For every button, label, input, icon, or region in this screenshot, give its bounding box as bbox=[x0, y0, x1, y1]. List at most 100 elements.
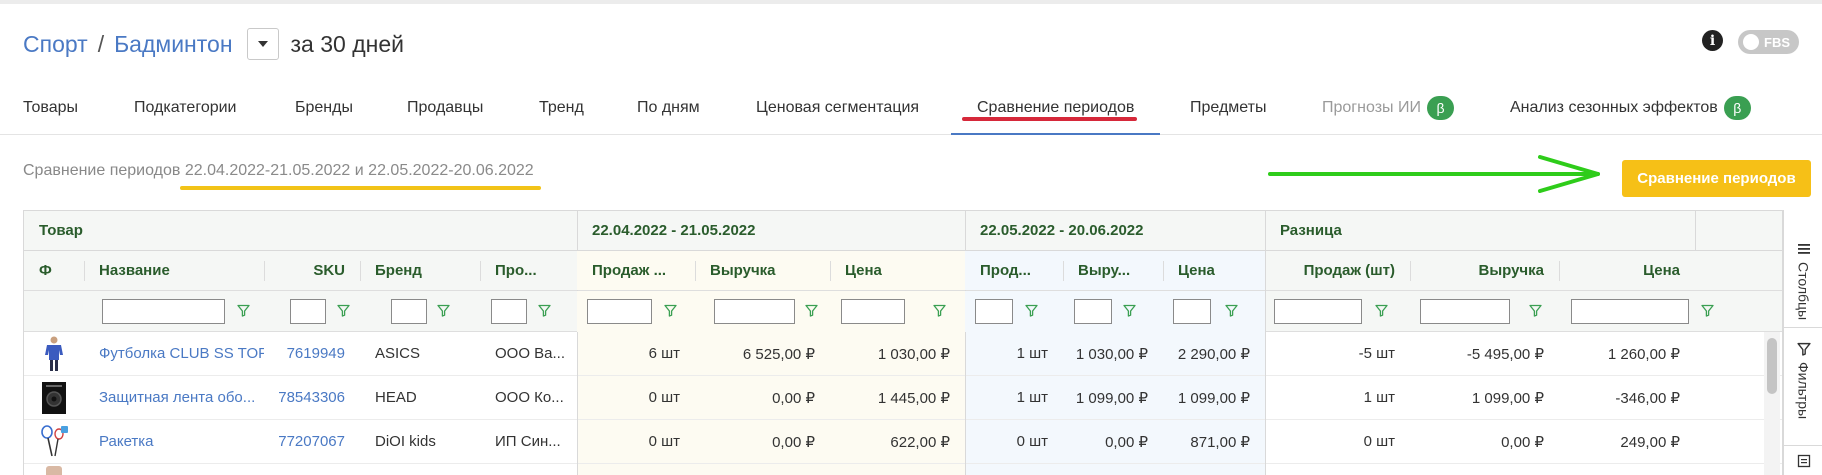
filter-input-sku[interactable] bbox=[290, 299, 326, 324]
filter-input-p2-price[interactable] bbox=[1173, 299, 1211, 324]
product-thumbnail-shirt bbox=[38, 336, 70, 372]
filter-input-diff-sales[interactable] bbox=[1274, 299, 1362, 324]
brand-cell: ASICS bbox=[375, 345, 421, 362]
filter-icon[interactable] bbox=[437, 304, 450, 317]
period-label: за 30 дней bbox=[290, 30, 404, 57]
filter-icon[interactable] bbox=[933, 304, 946, 317]
compare-periods-button[interactable]: Сравнение периодов bbox=[1622, 160, 1811, 197]
filter-icon[interactable] bbox=[805, 304, 818, 317]
col-header-p1-sales[interactable]: Продаж ... bbox=[577, 251, 695, 290]
table-row[interactable]: Футболка CLUB SS TOP 7619949 ASICS ООО В… bbox=[24, 332, 1782, 376]
sku-link[interactable]: 7619949 bbox=[287, 345, 345, 362]
diff-revenue-cell: 1 099,00 ₽ bbox=[1471, 389, 1544, 407]
breadcrumb-subcategory[interactable]: Бадминтон bbox=[114, 31, 232, 58]
col-header-p2-sales[interactable]: Прод... bbox=[965, 251, 1063, 290]
tab-label: По дням bbox=[637, 98, 700, 116]
col-header-diff-price[interactable]: Цена bbox=[1559, 251, 1695, 290]
table-scrollbar[interactable] bbox=[1764, 332, 1780, 475]
tab-sellers[interactable]: Продавцы bbox=[407, 80, 483, 135]
filter-icon[interactable] bbox=[1123, 304, 1136, 317]
period-dropdown-button[interactable] bbox=[246, 28, 279, 60]
info-icon[interactable]: i bbox=[1702, 30, 1723, 51]
col-header-sku[interactable]: SKU bbox=[264, 251, 360, 290]
table-row[interactable]: Ракетка 77207067 DiOI kids ИП Син... 0 ш… bbox=[24, 420, 1782, 464]
filter-input-diff-revenue[interactable] bbox=[1420, 299, 1510, 324]
col-header-p1-revenue[interactable]: Выручка bbox=[695, 251, 830, 290]
col-header-name[interactable]: Название bbox=[84, 251, 264, 290]
tab-subcategories[interactable]: Подкатегории bbox=[134, 80, 236, 135]
scrollbar-thumb[interactable] bbox=[1767, 338, 1777, 394]
filter-input-seller[interactable] bbox=[491, 299, 527, 324]
tab-brands[interactable]: Бренды bbox=[295, 80, 353, 135]
filter-input-p1-revenue[interactable] bbox=[714, 299, 795, 324]
product-name-link[interactable]: Футболка CLUB SS TOP bbox=[99, 345, 264, 362]
filter-input-diff-price[interactable] bbox=[1571, 299, 1689, 324]
filter-icon[interactable] bbox=[237, 304, 250, 317]
filter-icon[interactable] bbox=[1375, 304, 1388, 317]
filter-icon[interactable] bbox=[1025, 304, 1038, 317]
filter-input-p2-revenue[interactable] bbox=[1074, 299, 1112, 324]
tab-items[interactable]: Предметы bbox=[1190, 80, 1266, 135]
col-header-p2-price[interactable]: Цена bbox=[1163, 251, 1265, 290]
tab-bar: Товары Подкатегории Бренды Продавцы Трен… bbox=[0, 80, 1822, 135]
page-header: Спорт / Бадминтон за 30 дней bbox=[23, 26, 404, 62]
group-header-row: Товар 22.04.2022 - 21.05.2022 22.05.2022… bbox=[24, 211, 1782, 251]
table-row[interactable]: Защитная лента обо... 78543306 HEAD ООО … bbox=[24, 376, 1782, 420]
product-name-link[interactable]: Ракетка bbox=[99, 433, 154, 450]
filter-icon[interactable] bbox=[664, 304, 677, 317]
filter-icon[interactable] bbox=[1701, 304, 1714, 317]
product-name-link[interactable]: Защитная лента обо... bbox=[99, 389, 255, 406]
tab-price-segmentation[interactable]: Ценовая сегментация bbox=[756, 80, 919, 135]
extra-panel-tab[interactable] bbox=[1784, 446, 1822, 475]
sku-link[interactable]: 77207067 bbox=[278, 433, 345, 450]
p2-sales-cell: 1 шт bbox=[965, 332, 1063, 375]
columns-panel-tab[interactable]: Столбцы bbox=[1784, 210, 1822, 328]
toggle-knob bbox=[1743, 34, 1759, 50]
tab-seasonal-analysis[interactable]: Анализ сезонных эффектов β bbox=[1510, 80, 1751, 135]
filter-icon[interactable] bbox=[538, 304, 551, 317]
tab-label: Ценовая сегментация bbox=[756, 98, 920, 116]
subtitle-conjunction: и bbox=[354, 162, 364, 179]
tab-label: Анализ сезонных эффектов bbox=[1510, 98, 1718, 116]
p1-revenue-cell: 0,00 ₽ bbox=[695, 376, 830, 419]
filter-input-p2-sales[interactable] bbox=[975, 299, 1013, 324]
filter-icon[interactable] bbox=[337, 304, 350, 317]
p1-revenue-cell: 6 525,00 ₽ bbox=[695, 332, 830, 375]
tab-products[interactable]: Товары bbox=[23, 80, 78, 135]
col-header-p1-price[interactable]: Цена bbox=[830, 251, 965, 290]
annotation-red-underline bbox=[962, 117, 1137, 121]
comparison-table: Товар 22.04.2022 - 21.05.2022 22.05.2022… bbox=[23, 210, 1783, 475]
breadcrumb-category[interactable]: Спорт bbox=[23, 31, 88, 58]
p1-price-cell: 1 030,00 ₽ bbox=[830, 332, 965, 375]
col-header-diff-revenue[interactable]: Выручка bbox=[1410, 251, 1559, 290]
tab-ai-forecasts[interactable]: Прогнозы ИИ β bbox=[1322, 80, 1454, 135]
col-header-photo[interactable]: Ф bbox=[24, 251, 84, 290]
caret-down-icon bbox=[257, 41, 268, 47]
filter-input-p1-sales[interactable] bbox=[587, 299, 652, 324]
col-header-brand[interactable]: Бренд bbox=[360, 251, 480, 290]
filter-icon[interactable] bbox=[1225, 304, 1238, 317]
p2-price-cell: 871,00 ₽ bbox=[1163, 420, 1265, 463]
tab-period-comparison[interactable]: Сравнение периодов bbox=[977, 80, 1134, 135]
fbs-toggle[interactable]: FBS bbox=[1738, 30, 1799, 54]
filters-panel-tab[interactable]: Фильтры bbox=[1784, 328, 1822, 446]
col-header-p2-revenue[interactable]: Выру... bbox=[1063, 251, 1163, 290]
col-header-seller[interactable]: Про... bbox=[480, 251, 577, 290]
product-thumbnail-tape bbox=[38, 380, 70, 416]
tab-by-days[interactable]: По дням bbox=[637, 80, 700, 135]
sku-link[interactable]: 78543306 bbox=[278, 389, 345, 406]
filter-icon[interactable] bbox=[1529, 304, 1542, 317]
group-difference: Разница bbox=[1280, 222, 1342, 239]
tab-label: Подкатегории bbox=[134, 98, 237, 116]
filter-input-p1-price[interactable] bbox=[841, 299, 905, 324]
columns-icon bbox=[1797, 244, 1810, 254]
filter-input-name[interactable] bbox=[102, 299, 225, 324]
p2-sales-cell: 0 шт bbox=[965, 420, 1063, 463]
tab-label: Тренд bbox=[539, 98, 584, 116]
top-border bbox=[0, 0, 1822, 4]
tab-trend[interactable]: Тренд bbox=[539, 80, 584, 135]
filter-input-brand[interactable] bbox=[391, 299, 427, 324]
diff-sales-cell: 0 шт bbox=[1363, 433, 1395, 450]
diff-revenue-cell: -5 495,00 ₽ bbox=[1466, 345, 1544, 363]
col-header-diff-sales[interactable]: Продаж (шт) bbox=[1265, 251, 1410, 290]
